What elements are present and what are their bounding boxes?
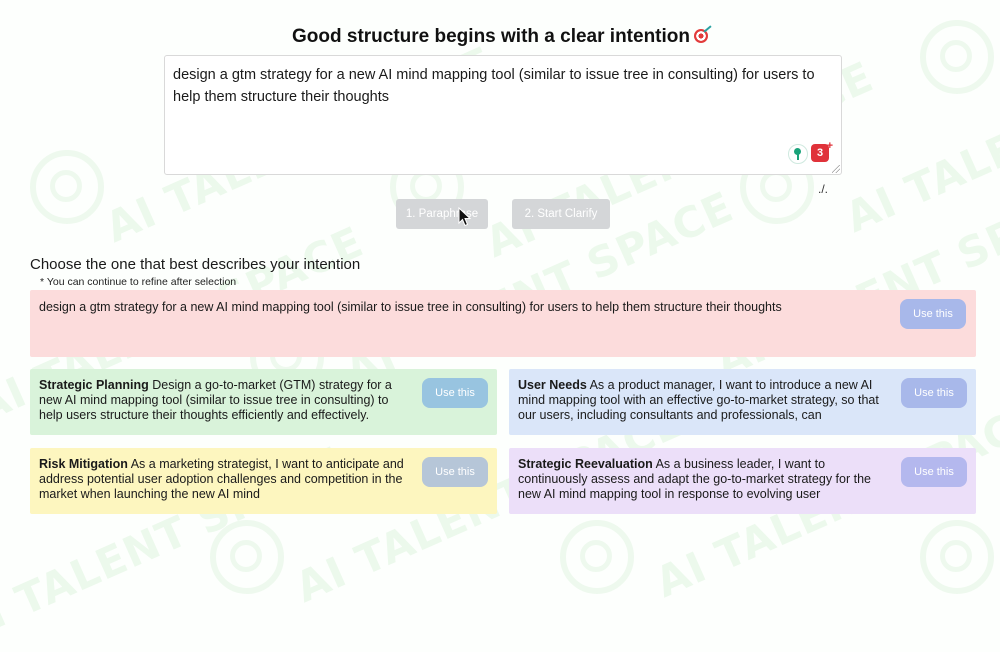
watermark-logo-icon: [210, 520, 284, 594]
watermark-logo-icon: [920, 520, 994, 594]
option-card-strategic-reevaluation: Strategic Reevaluation As a business lea…: [509, 448, 976, 514]
use-user-needs-button[interactable]: Use this: [901, 378, 967, 408]
option-text: Strategic Reevaluation As a business lea…: [518, 457, 888, 502]
red-extension-icon[interactable]: 3: [811, 137, 833, 162]
option-title: Strategic Reevaluation: [518, 457, 653, 471]
page-title: Good structure begins with a clear inten…: [0, 26, 1000, 48]
red-extension-badge: 3: [816, 147, 824, 159]
paraphrase-button[interactable]: 1. Paraphrase: [396, 199, 488, 229]
use-strategic-planning-button[interactable]: Use this: [422, 378, 488, 408]
mouse-cursor-icon: [458, 207, 472, 227]
intention-text[interactable]: design a gtm strategy for a new AI mind …: [173, 64, 833, 108]
option-text: Risk Mitigation As a marketing strategis…: [39, 457, 407, 502]
choices-heading: Choose the one that best describes your …: [30, 256, 361, 273]
intention-textarea[interactable]: design a gtm strategy for a new AI mind …: [164, 55, 842, 175]
use-strategic-reevaluation-button[interactable]: Use this: [901, 457, 967, 487]
choices-note: * You can continue to refine after selec…: [40, 276, 237, 288]
option-text: Strategic Planning Design a go-to-market…: [39, 378, 407, 426]
original-intention-text: design a gtm strategy for a new AI mind …: [39, 300, 782, 314]
watermark-text: AI TALENT SPACE: [838, 27, 1000, 243]
original-intention-card: design a gtm strategy for a new AI mind …: [30, 290, 976, 357]
use-risk-mitigation-button[interactable]: Use this: [422, 457, 488, 487]
watermark-logo-icon: [560, 520, 634, 594]
start-clarify-button[interactable]: 2. Start Clarify: [512, 199, 610, 229]
option-title: User Needs: [518, 378, 587, 392]
option-card-strategic-planning: Strategic Planning Design a go-to-market…: [30, 369, 497, 435]
option-title: Risk Mitigation: [39, 457, 128, 471]
use-original-button[interactable]: Use this: [900, 299, 966, 329]
resize-grip-icon[interactable]: [832, 165, 840, 173]
option-title: Strategic Planning: [39, 378, 149, 392]
option-card-risk-mitigation: Risk Mitigation As a marketing strategis…: [30, 448, 497, 514]
watermark-logo-icon: [30, 150, 104, 224]
extension-icons: 3: [788, 137, 833, 164]
option-card-user-needs: User Needs As a product manager, I want …: [509, 369, 976, 435]
trailing-mark: ./.: [818, 182, 829, 196]
lightbulb-extension-icon[interactable]: [788, 144, 808, 164]
option-text: User Needs As a product manager, I want …: [518, 378, 888, 423]
target-icon: [694, 29, 708, 43]
page-title-text: Good structure begins with a clear inten…: [292, 26, 690, 47]
